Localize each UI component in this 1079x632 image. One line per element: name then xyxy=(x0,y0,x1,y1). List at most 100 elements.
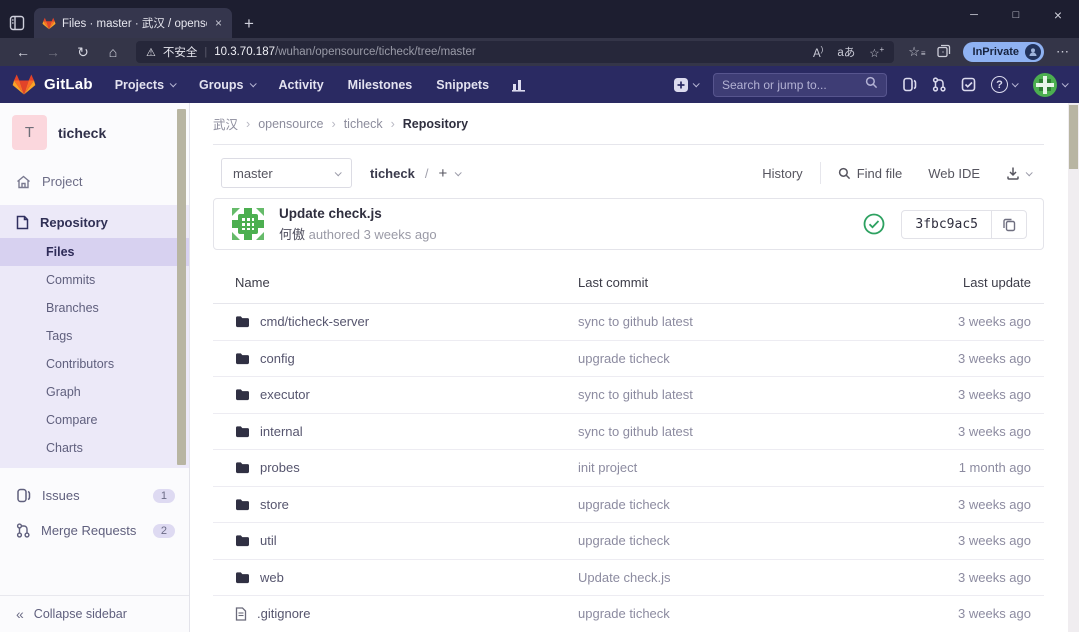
sidebar-scrollbar[interactable] xyxy=(177,109,186,465)
add-file-dropdown[interactable]: + xyxy=(438,165,460,182)
sidebar-item-files[interactable]: Files xyxy=(0,238,189,266)
commit-author-link[interactable]: 何傲 xyxy=(279,227,305,242)
branch-selector[interactable]: master xyxy=(221,158,352,188)
folder-icon xyxy=(235,352,250,365)
repository-icon xyxy=(16,215,29,230)
collections-icon[interactable] xyxy=(937,44,951,61)
favorites-icon[interactable]: ☆≡ xyxy=(908,44,924,60)
sidebar-item-charts[interactable]: Charts xyxy=(0,434,189,462)
file-name-link[interactable]: util xyxy=(260,533,277,548)
commit-title-link[interactable]: Update check.js xyxy=(279,206,437,221)
file-name-link[interactable]: executor xyxy=(260,387,310,402)
project-header[interactable]: T ticheck xyxy=(0,103,189,152)
tab-close-icon[interactable]: × xyxy=(213,16,224,30)
nav-item-milestones[interactable]: Milestones xyxy=(348,78,413,92)
file-name-link[interactable]: internal xyxy=(260,424,303,439)
user-avatar[interactable] xyxy=(1032,72,1067,98)
file-table-header: Name Last commit Last update xyxy=(213,267,1044,304)
nav-item-groups[interactable]: Groups xyxy=(199,78,254,92)
add-favorite-icon[interactable]: ☆+ xyxy=(869,45,884,60)
home-icon[interactable]: ⌂ xyxy=(100,44,126,60)
nav-item-projects[interactable]: Projects xyxy=(115,78,175,92)
find-file-button[interactable]: Find file xyxy=(825,160,916,187)
translate-icon[interactable]: aあ xyxy=(837,44,855,60)
scrollbar-thumb[interactable] xyxy=(1069,105,1078,169)
new-tab-button[interactable]: + xyxy=(244,14,254,34)
nav-item-activity[interactable]: Activity xyxy=(279,78,324,92)
repository-section: Repository FilesCommitsBranchesTagsContr… xyxy=(0,205,189,468)
download-dropdown[interactable] xyxy=(993,160,1044,186)
file-name-link[interactable]: config xyxy=(260,351,295,366)
vertical-tabs-icon[interactable] xyxy=(0,8,34,38)
page-scrollbar[interactable] xyxy=(1068,103,1079,632)
breadcrumb-link[interactable]: ticheck xyxy=(344,117,383,131)
not-secure-label[interactable]: 不安全 xyxy=(163,44,198,60)
sidebar-item-project[interactable]: Project xyxy=(0,166,189,197)
commit-message-link[interactable]: Update check.js xyxy=(578,570,671,585)
todos-icon[interactable] xyxy=(961,77,976,92)
new-plus-menu[interactable] xyxy=(673,77,698,93)
file-name-link[interactable]: store xyxy=(260,497,289,512)
sidebar-item-contributors[interactable]: Contributors xyxy=(0,350,189,378)
help-menu[interactable]: ? xyxy=(991,76,1017,93)
stats-chart-icon[interactable] xyxy=(511,78,526,92)
file-name-link[interactable]: probes xyxy=(260,460,300,475)
sidebar-item-commits[interactable]: Commits xyxy=(0,266,189,294)
sidebar-item-tags[interactable]: Tags xyxy=(0,322,189,350)
browser-tab[interactable]: Files · master · 武汉 / opensourc × xyxy=(34,8,232,38)
sidebar-item-merge-requests[interactable]: Merge Requests 2 xyxy=(0,513,189,548)
search-box[interactable] xyxy=(713,73,887,97)
breadcrumb-link[interactable]: opensource xyxy=(258,117,323,131)
home-icon xyxy=(16,175,31,189)
web-ide-button[interactable]: Web IDE xyxy=(915,160,993,187)
sidebar-item-branches[interactable]: Branches xyxy=(0,294,189,322)
sidebar-item-repository[interactable]: Repository xyxy=(0,205,189,238)
commit-message-link[interactable]: upgrade ticheck xyxy=(578,533,670,548)
nav-item-snippets[interactable]: Snippets xyxy=(436,78,489,92)
commit-message-link[interactable]: sync to github latest xyxy=(578,424,693,439)
commit-message-link[interactable]: upgrade ticheck xyxy=(578,351,670,366)
forward-icon[interactable]: → xyxy=(40,44,66,60)
inprivate-badge[interactable]: InPrivate xyxy=(963,42,1044,62)
copy-sha-button[interactable] xyxy=(991,211,1026,238)
more-menu-icon[interactable]: ⋯ xyxy=(1056,44,1069,60)
folder-icon xyxy=(235,534,250,547)
last-update-text: 3 weeks ago xyxy=(914,533,1044,548)
pipeline-passed-icon[interactable] xyxy=(863,213,885,235)
url-text[interactable]: 10.3.70.187/wuhan/opensource/ticheck/tre… xyxy=(214,46,806,58)
search-input[interactable] xyxy=(722,78,865,92)
file-name-link[interactable]: web xyxy=(260,570,284,585)
breadcrumb-link[interactable]: 武汉 xyxy=(213,114,238,133)
commit-message-link[interactable]: init project xyxy=(578,460,637,475)
read-aloud-icon[interactable]: A) xyxy=(813,45,823,60)
collapse-icon: « xyxy=(16,606,24,622)
minimize-button[interactable]: ─ xyxy=(953,0,995,30)
commit-message-link[interactable]: sync to github latest xyxy=(578,387,693,402)
breadcrumb-separator: › xyxy=(332,117,336,131)
file-name-link[interactable]: cmd/ticheck-server xyxy=(260,314,369,329)
sidebar-item-graph[interactable]: Graph xyxy=(0,378,189,406)
project-path-link[interactable]: ticheck xyxy=(370,166,415,181)
gitlab-logo[interactable]: GitLab xyxy=(12,73,93,96)
maximize-button[interactable]: □ xyxy=(995,0,1037,30)
sidebar-item-issues[interactable]: Issues 1 xyxy=(0,478,189,513)
issues-icon xyxy=(16,488,31,503)
chevron-down-icon xyxy=(170,80,177,87)
refresh-icon[interactable]: ↻ xyxy=(70,44,96,61)
commit-message-link[interactable]: sync to github latest xyxy=(578,314,693,329)
issues-icon[interactable] xyxy=(902,77,917,92)
browser-window: Files · master · 武汉 / opensourc × + ─ □ … xyxy=(0,0,1079,632)
commit-sha[interactable]: 3fbc9ac5 xyxy=(902,211,991,238)
history-button[interactable]: History xyxy=(749,160,815,187)
close-button[interactable]: × xyxy=(1037,0,1079,30)
commit-message-link[interactable]: upgrade ticheck xyxy=(578,606,670,621)
file-name-link[interactable]: .gitignore xyxy=(257,606,310,621)
collapse-sidebar-button[interactable]: « Collapse sidebar xyxy=(0,595,189,632)
address-bar[interactable]: ⚠ 不安全 | 10.3.70.187/wuhan/opensource/tic… xyxy=(136,41,894,63)
back-icon[interactable]: ← xyxy=(10,44,36,60)
commit-message-link[interactable]: upgrade ticheck xyxy=(578,497,670,512)
file-table: Name Last commit Last update cmd/ticheck… xyxy=(213,267,1044,632)
gitlab-nav-items: Projects Groups Activity Milestones Snippets xyxy=(115,78,489,92)
sidebar-item-compare[interactable]: Compare xyxy=(0,406,189,434)
merge-requests-icon[interactable] xyxy=(932,77,946,92)
